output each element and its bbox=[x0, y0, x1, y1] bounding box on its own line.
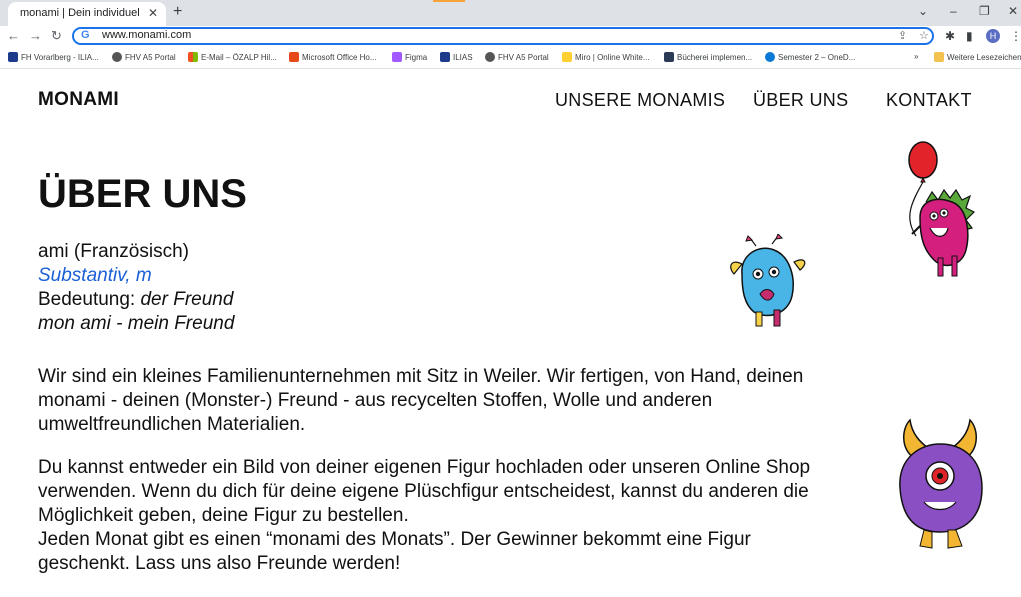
bookmark-item[interactable]: Microsoft Office Ho... bbox=[289, 52, 377, 62]
minimize-icon[interactable]: – bbox=[950, 4, 957, 18]
bookmarks-bar: FH Vorarlberg - ILIA... FHV A5 Portal E-… bbox=[0, 49, 1021, 69]
folder-icon bbox=[934, 52, 944, 62]
bookmark-favicon bbox=[562, 52, 572, 62]
new-tab-button[interactable]: + bbox=[173, 3, 182, 21]
bookmark-favicon bbox=[765, 52, 775, 62]
purple-monster-illustration bbox=[899, 418, 983, 549]
share-icon[interactable]: ⇪ bbox=[898, 29, 907, 42]
tab-search-icon[interactable]: ⌄ bbox=[918, 4, 928, 18]
forward-icon[interactable]: → bbox=[29, 28, 42, 43]
bookmark-item[interactable]: FHV A5 Portal bbox=[485, 52, 549, 62]
definition-meaning: Bedeutung: der Freund bbox=[38, 288, 234, 312]
meaning-label: Bedeutung: bbox=[38, 289, 141, 310]
profile-avatar[interactable]: H bbox=[986, 29, 1000, 43]
menu-icon[interactable]: ⋮ bbox=[1010, 29, 1021, 43]
definition-example: mon ami - mein Freund bbox=[38, 313, 235, 334]
address-bar[interactable]: G www.monami.com ⇪ ☆ bbox=[72, 27, 934, 45]
bookmark-favicon bbox=[485, 52, 495, 62]
bookmark-item[interactable]: Bücherei implemen... bbox=[664, 52, 752, 62]
nav-ueber-uns[interactable]: ÜBER UNS bbox=[753, 90, 848, 111]
bookmark-item[interactable]: Semester 2 – OneD... bbox=[765, 52, 855, 62]
tab-title: monami | Dein individuel bbox=[20, 7, 140, 19]
definition-pos: Substantiv, m bbox=[38, 265, 152, 286]
star-icon[interactable]: ☆ bbox=[919, 29, 929, 42]
bookmark-favicon bbox=[664, 52, 674, 62]
tab-strip-accent bbox=[433, 0, 465, 2]
sidepanel-icon[interactable]: ▮ bbox=[966, 29, 973, 43]
bookmark-favicon bbox=[112, 52, 122, 62]
nav-unsere-monamis[interactable]: UNSERE MONAMIS bbox=[555, 90, 725, 111]
bookmark-item[interactable]: FH Vorarlberg - ILIA... bbox=[8, 52, 99, 62]
blue-monster-illustration bbox=[730, 234, 806, 327]
bookmark-favicon bbox=[289, 52, 299, 62]
definition-block: ami (Französisch) Substantiv, m Bedeutun… bbox=[38, 240, 234, 336]
pink-monster-balloon-illustration bbox=[908, 141, 976, 277]
site-logo[interactable]: MONAMI bbox=[38, 89, 119, 111]
maximize-icon[interactable]: ❐ bbox=[979, 4, 990, 18]
bookmark-favicon bbox=[392, 52, 402, 62]
about-paragraph-2: Du kannst entweder ein Bild von deiner e… bbox=[38, 457, 811, 526]
google-icon: G bbox=[81, 29, 90, 41]
reload-icon[interactable]: ↻ bbox=[51, 28, 62, 44]
bookmark-favicon bbox=[8, 52, 18, 62]
url-text[interactable]: www.monami.com bbox=[102, 29, 191, 41]
close-window-icon[interactable]: ✕ bbox=[1008, 4, 1018, 18]
browser-tab-bar: monami | Dein individuel ✕ + ⌄ – ❐ ✕ bbox=[0, 0, 1021, 26]
definition-word: ami (Französisch) bbox=[38, 241, 189, 262]
extensions-icon[interactable]: ✱ bbox=[945, 29, 955, 43]
bookmark-favicon bbox=[188, 52, 198, 62]
browser-toolbar: ← → ↻ G www.monami.com ⇪ ☆ ✱ ▮ ⋮ bbox=[0, 26, 1021, 48]
nav-kontakt[interactable]: KONTAKT bbox=[886, 90, 972, 111]
bookmark-item[interactable]: Miro | Online White... bbox=[562, 52, 650, 62]
more-bookmarks-button[interactable]: » bbox=[914, 52, 918, 61]
other-bookmarks[interactable]: Weitere Lesezeichen bbox=[934, 52, 1021, 62]
bookmark-item[interactable]: FHV A5 Portal bbox=[112, 52, 176, 62]
browser-tab[interactable]: monami | Dein individuel ✕ bbox=[8, 2, 166, 26]
bookmark-item[interactable]: Figma bbox=[392, 52, 427, 62]
bookmark-item[interactable]: E-Mail – ÖZALP Hil... bbox=[188, 52, 277, 62]
bookmark-item[interactable]: ILIAS bbox=[440, 52, 473, 62]
page-title: ÜBER UNS bbox=[38, 172, 247, 216]
back-icon[interactable]: ← bbox=[7, 28, 20, 43]
meaning-value: der Freund bbox=[140, 289, 234, 310]
about-paragraph-1: Wir sind ein kleines Familienunternehmen… bbox=[38, 366, 804, 435]
about-paragraph-3: Jeden Monat gibt es einen “monami des Mo… bbox=[38, 529, 751, 574]
tab-close-icon[interactable]: ✕ bbox=[146, 6, 160, 20]
bookmark-favicon bbox=[440, 52, 450, 62]
